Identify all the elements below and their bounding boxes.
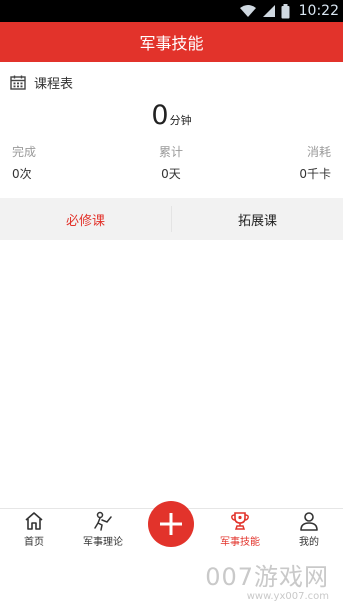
schedule-label: 课程表 bbox=[34, 76, 74, 92]
wifi-icon bbox=[239, 5, 256, 17]
tab-required-courses[interactable]: 必修课 bbox=[0, 198, 171, 240]
total-minutes-value: 0 bbox=[151, 100, 169, 131]
calendar-icon bbox=[10, 75, 26, 90]
nav-label: 首页 bbox=[24, 537, 44, 548]
nav-label: 我的 bbox=[299, 537, 319, 548]
schedule-button[interactable]: 课程表 bbox=[10, 72, 73, 92]
stat-label: 消耗 bbox=[306, 145, 331, 159]
nav-label: 军事理论 bbox=[83, 537, 123, 548]
stat-consumed: 消耗 0千卡 bbox=[211, 143, 331, 182]
watermark-url: www.yx007.com bbox=[246, 591, 329, 602]
signal-icon bbox=[262, 5, 275, 17]
status-icons: 10:22 bbox=[239, 0, 339, 22]
total-minutes-unit: 分钟 bbox=[169, 114, 192, 127]
add-button[interactable] bbox=[148, 501, 194, 547]
nav-label: 军事技能 bbox=[220, 537, 260, 548]
watermark-logo: 007游戏网 bbox=[205, 563, 329, 591]
user-icon bbox=[300, 512, 318, 531]
course-tabs: 必修课 拓展课 bbox=[0, 198, 343, 240]
stat-value: 0千卡 bbox=[299, 167, 331, 181]
app-header: 军事技能 bbox=[0, 22, 343, 62]
home-icon bbox=[25, 512, 43, 530]
tab-extension-courses[interactable]: 拓展课 bbox=[172, 198, 343, 240]
stats-row: 完成 0次 累计 0天 消耗 0千卡 bbox=[0, 143, 343, 183]
theory-icon bbox=[94, 511, 112, 531]
battery-icon bbox=[281, 3, 290, 18]
nav-mine[interactable]: 我的 bbox=[279, 511, 339, 551]
page-title: 军事技能 bbox=[139, 34, 204, 53]
status-time: 10:22 bbox=[298, 3, 339, 19]
trophy-icon bbox=[231, 512, 249, 530]
nav-military-skills[interactable]: 军事技能 bbox=[210, 511, 270, 551]
watermark-area: 007游戏网 www.yx007.com bbox=[0, 553, 343, 612]
status-bar: 10:22 bbox=[0, 0, 343, 22]
total-duration: 0分钟 bbox=[0, 100, 343, 131]
nav-military-theory[interactable]: 军事理论 bbox=[73, 511, 133, 551]
nav-home[interactable]: 首页 bbox=[4, 511, 64, 551]
plus-icon bbox=[160, 513, 182, 535]
